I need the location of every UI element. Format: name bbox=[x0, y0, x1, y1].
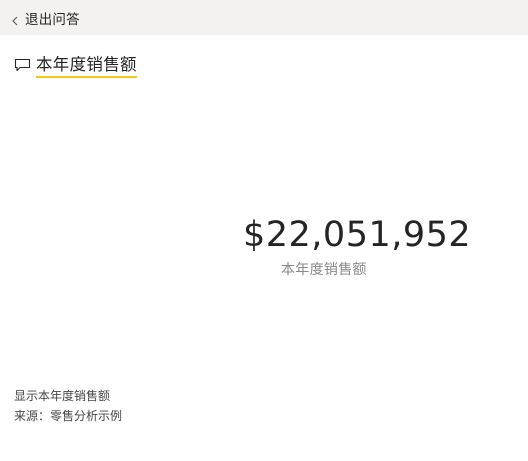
exit-qna-button[interactable]: 退出问答 bbox=[9, 8, 80, 28]
qna-page: 退出问答 本年度销售额 $22,051,952 本年度销售额 显示本年度销售额 … bbox=[0, 0, 528, 461]
card-label: 本年度销售额 bbox=[281, 262, 367, 278]
question-row: 本年度销售额 bbox=[14, 51, 137, 78]
top-bar: 退出问答 bbox=[0, 0, 528, 35]
question-text[interactable]: 本年度销售额 bbox=[36, 51, 137, 78]
chevron-left-icon bbox=[9, 12, 21, 25]
exit-qna-label: 退出问答 bbox=[25, 11, 80, 28]
footer-info: 显示本年度销售额 来源：零售分析示例 bbox=[14, 386, 122, 426]
footer-description: 显示本年度销售额 bbox=[14, 389, 111, 403]
chat-bubble-icon bbox=[14, 56, 31, 73]
footer-source: 来源：零售分析示例 bbox=[14, 409, 123, 423]
card-value: $22,051,952 bbox=[243, 215, 472, 255]
